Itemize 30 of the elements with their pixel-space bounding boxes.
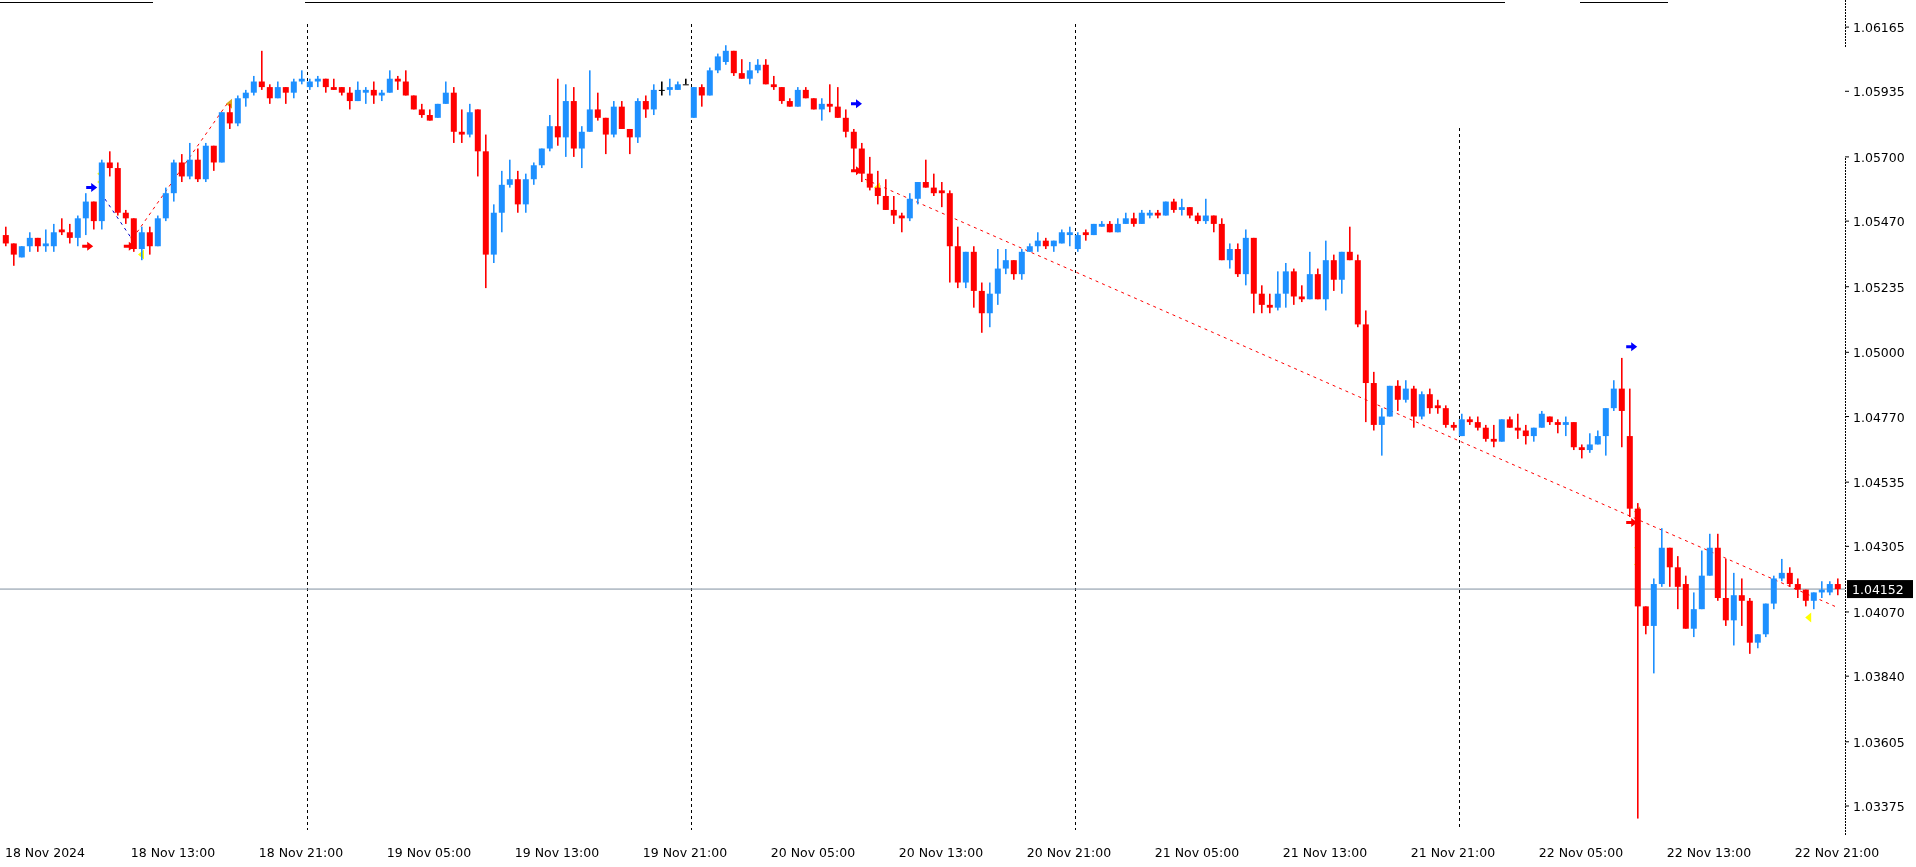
time-label: 21 Nov 21:00: [1410, 845, 1496, 860]
time-label: 20 Nov 05:00: [770, 845, 856, 860]
time-label: 22 Nov 13:00: [1666, 845, 1752, 860]
time-label: 20 Nov 13:00: [898, 845, 984, 860]
price-label: 1.05700: [1853, 149, 1905, 165]
price-label: 1.03840: [1853, 669, 1905, 685]
time-label: 22 Nov 21:00: [1794, 845, 1880, 860]
price-label: 1.04770: [1853, 409, 1905, 425]
time-label: 19 Nov 13:00: [514, 845, 600, 860]
price-label: 1.04070: [1853, 604, 1905, 620]
time-label: 20 Nov 21:00: [1026, 845, 1112, 860]
price-label: 1.03605: [1853, 734, 1905, 750]
price-label: 1.05235: [1853, 279, 1905, 295]
time-label: 18 Nov 13:00: [130, 845, 216, 860]
time-label: 22 Nov 05:00: [1538, 845, 1624, 860]
price-label: 1.04305: [1853, 539, 1905, 555]
time-label: 18 Nov 2024: [4, 845, 86, 860]
time-label: 19 Nov 21:00: [642, 845, 728, 860]
price-label: 1.03375: [1853, 799, 1905, 814]
price-label: 1.05935: [1853, 84, 1905, 100]
price-label: 1.06165: [1853, 20, 1905, 36]
price-label: 1.05000: [1853, 345, 1905, 361]
time-label: 19 Nov 05:00: [386, 845, 472, 860]
time-label: 21 Nov 13:00: [1282, 845, 1368, 860]
time-label: 18 Nov 21:00: [258, 845, 344, 860]
time-label: 21 Nov 05:00: [1154, 845, 1240, 860]
price-label: 1.04535: [1853, 475, 1905, 491]
price-label: 1.05470: [1853, 214, 1905, 230]
current-price-tag: 1.04152: [1847, 580, 1913, 599]
ref-line-label: 1.04152: [1852, 582, 1904, 598]
